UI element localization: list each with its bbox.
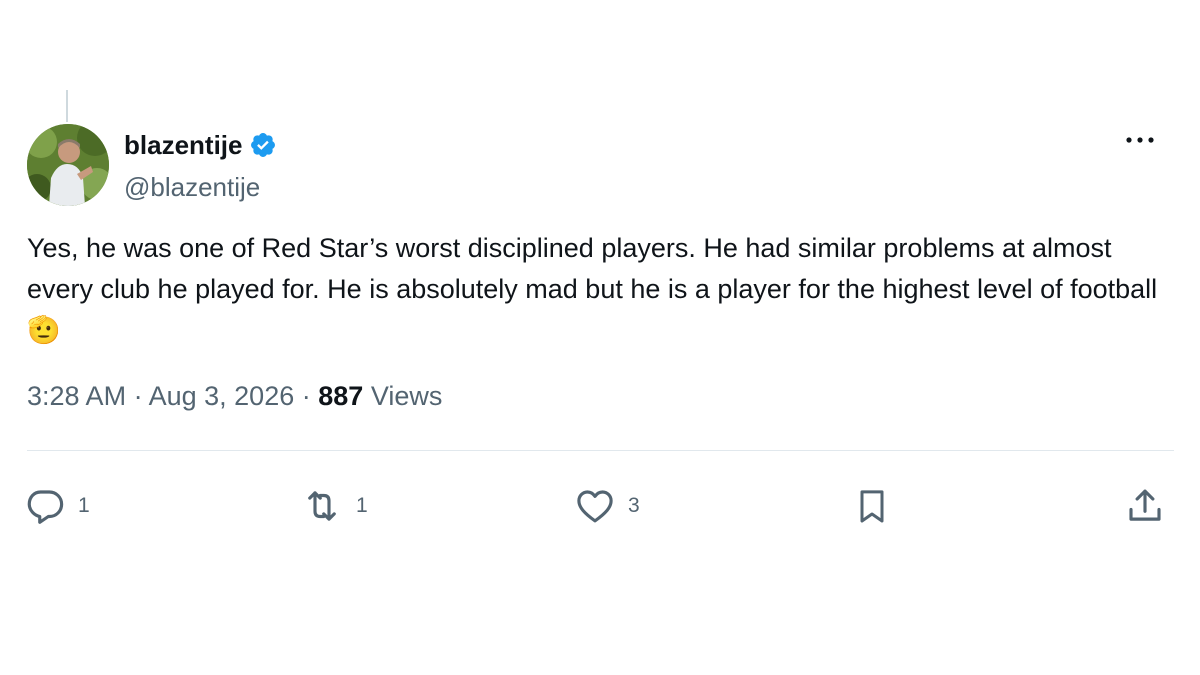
thread-connector-line [66,90,68,122]
retweet-button[interactable]: 1 [300,484,368,528]
author-handle[interactable]: @blazentije [124,170,277,204]
tweet-meta: 3:28 AM · Aug 3, 2026 · 887 Views [27,377,442,415]
heart-icon [577,490,613,523]
reply-button[interactable]: 1 [24,484,90,528]
tweet-time[interactable]: 3:28 AM [27,381,126,411]
bookmark-button[interactable] [852,484,892,528]
verified-badge-icon[interactable] [249,131,277,159]
tweet-date[interactable]: Aug 3, 2026 [149,381,295,411]
more-options-button[interactable] [1118,124,1162,156]
tweet-text: Yes, he was one of Red Star’s worst disc… [27,233,1158,345]
like-button[interactable]: 3 [574,484,640,528]
share-icon [1129,489,1161,521]
views-count: 887 [318,381,364,411]
reply-count: 1 [78,494,90,517]
tweet-author: blazentije @blazentije [124,128,277,204]
retweet-icon [308,491,336,521]
author-name-row: blazentije [124,128,277,162]
action-bar: 1 1 3 [0,484,1200,528]
avatar-image [27,124,109,206]
more-horizontal-icon [1126,137,1154,143]
like-count: 3 [628,494,640,517]
avatar[interactable] [27,124,109,206]
meta-separator: · [301,381,311,411]
meta-separator: · [133,381,143,411]
share-button[interactable] [1124,484,1166,528]
views-label: Views [370,381,443,411]
reply-icon [27,490,64,524]
retweet-count: 1 [356,494,368,517]
author-display-name[interactable]: blazentije [124,128,242,162]
divider [27,450,1174,451]
bookmark-icon [860,490,884,523]
